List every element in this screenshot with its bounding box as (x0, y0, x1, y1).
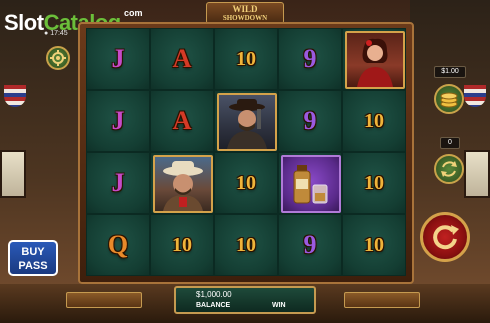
decorative-plaque-left (66, 292, 142, 308)
logo-part1: Slot (4, 10, 44, 35)
autoplay-icon (441, 161, 457, 177)
symbol-10: 10 (364, 110, 384, 132)
game-title-banner: WILD SHOWDOWN (206, 2, 284, 24)
title-line1: WILD (232, 4, 258, 14)
reel-cell (342, 28, 406, 90)
reel-cell: Q (86, 214, 150, 276)
coin-stack-icon (440, 92, 458, 108)
reel-cell: 9 (278, 28, 342, 90)
reel-cell: 10 (342, 214, 406, 276)
reel-cell: A (150, 28, 214, 90)
reel-cell: 9 (278, 214, 342, 276)
symbol-10: 10 (236, 234, 256, 256)
buy-pass-button[interactable]: BUY PASS (8, 240, 58, 276)
reel-grid: J A 10 9 J A 9 10 J 10 10 Q 10 10 9 10 (86, 28, 406, 276)
symbol-10: 10 (364, 234, 384, 256)
gear-icon (50, 50, 66, 66)
clock-display: ● 17:45 (44, 30, 68, 37)
win-label: WIN (272, 302, 286, 309)
reel-cell: 10 (214, 214, 278, 276)
symbol-q: Q (107, 230, 129, 259)
symbol-10: 10 (172, 234, 192, 256)
reel-cell (278, 152, 342, 214)
autoplay-count: 0 (440, 137, 460, 149)
sheriff-symbol-icon (153, 155, 213, 213)
symbol-10: 10 (236, 172, 256, 194)
reel-cell: 10 (150, 214, 214, 276)
reel-cell: 10 (214, 152, 278, 214)
symbol-10: 10 (364, 172, 384, 194)
bet-value: $1.00 (434, 66, 466, 78)
symbol-a: A (172, 106, 192, 135)
bet-button[interactable] (434, 84, 464, 114)
symbol-j: J (111, 44, 125, 73)
symbol-j: J (111, 106, 125, 135)
outlaw-symbol-icon (217, 93, 277, 151)
reel-cell: J (86, 28, 150, 90)
whiskey-portrait-art (293, 165, 328, 204)
reel-cell: J (86, 90, 150, 152)
symbol-9: 9 (303, 230, 317, 259)
reel-cell (150, 152, 214, 214)
reel-cell: 10 (214, 28, 278, 90)
logo-suffix: com (124, 8, 143, 18)
outlaw-portrait-art (227, 99, 267, 149)
spin-button[interactable] (420, 212, 470, 262)
reel-cell: J (86, 152, 150, 214)
bunting-flag-left (4, 85, 26, 107)
settings-button[interactable] (46, 46, 70, 70)
balance-panel: $1,000.00 BALANCE WIN (174, 286, 316, 314)
reel-cell (214, 90, 278, 152)
reel-cell: 10 (342, 90, 406, 152)
symbol-j: J (111, 168, 125, 197)
saloon-window-right (464, 150, 490, 198)
decorative-plaque-right (344, 292, 420, 308)
clock-time: 17:45 (50, 30, 68, 37)
spin-arrow-icon (433, 225, 459, 250)
balance-label: BALANCE (196, 302, 231, 309)
reel-cell: 10 (342, 152, 406, 214)
symbol-10: 10 (236, 48, 256, 70)
symbol-9: 9 (303, 106, 317, 135)
reel-cell: 9 (278, 90, 342, 152)
bunting-flag-right (464, 85, 486, 107)
woman-portrait-art (357, 38, 393, 87)
reel-cell: A (150, 90, 214, 152)
whiskey-symbol-icon (281, 155, 341, 213)
buy-pass-line2: PASS (18, 260, 48, 272)
balance-value: $1,000.00 (196, 290, 232, 299)
symbol-a: A (172, 44, 192, 73)
sheriff-portrait-art (163, 161, 203, 211)
woman-symbol-icon (345, 31, 405, 89)
saloon-window-left (0, 150, 26, 198)
buy-pass-line1: BUY (21, 246, 45, 258)
symbol-9: 9 (303, 44, 317, 73)
autoplay-button[interactable] (434, 154, 464, 184)
